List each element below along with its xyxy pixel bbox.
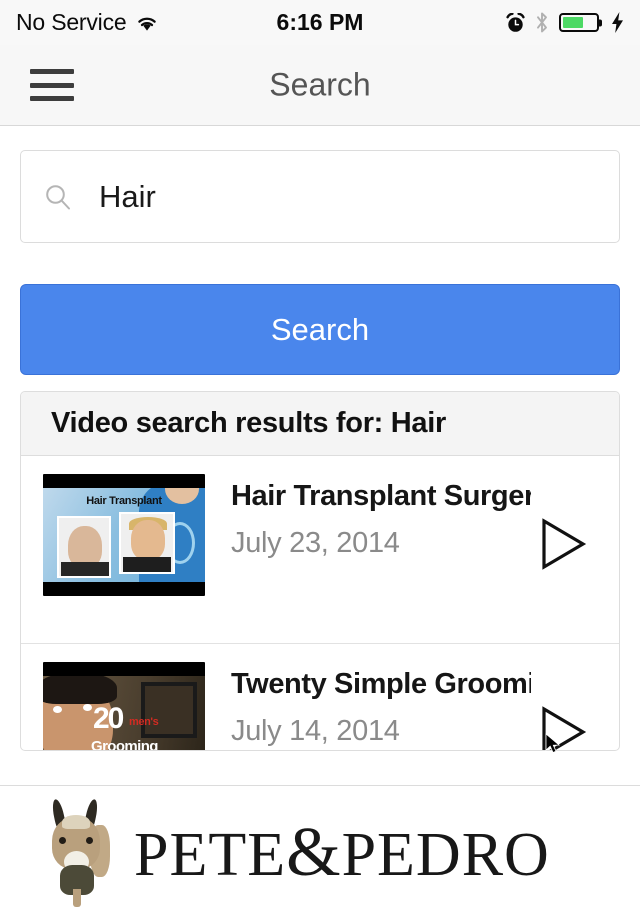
play-triangle-icon[interactable] bbox=[539, 706, 587, 751]
video-thumbnail[interactable]: Hair Transplant bbox=[43, 474, 205, 596]
search-input-value: Hair bbox=[99, 179, 156, 214]
thumbnail-number: 20 bbox=[93, 702, 124, 735]
status-bar-left: No Service bbox=[16, 9, 158, 36]
result-text-block: Twenty Simple Groomi... July 14, 2014 bbox=[231, 662, 531, 748]
search-results-panel: Video search results for: Hair Hair Tran… bbox=[20, 391, 620, 751]
search-button[interactable]: Search bbox=[20, 284, 620, 375]
footer: PETE & PEDRO bbox=[0, 785, 640, 920]
lightning-bolt-icon bbox=[612, 12, 623, 33]
brand-ampersand: & bbox=[286, 814, 342, 891]
thumbnail-grooming-label: Grooming bbox=[91, 738, 158, 751]
brand-first-word: PETE bbox=[134, 821, 287, 889]
alarm-clock-icon bbox=[506, 12, 525, 32]
magnifier-icon bbox=[46, 184, 70, 209]
navigation-bar: Search bbox=[0, 45, 640, 126]
search-button-label: Search bbox=[270, 311, 370, 347]
page-title: Search bbox=[269, 66, 371, 103]
brand-logo: PETE & PEDRO bbox=[134, 818, 550, 888]
status-bar-right bbox=[506, 12, 624, 33]
search-input[interactable]: Hair bbox=[20, 150, 620, 243]
status-bar: No Service 6:16 PM bbox=[0, 0, 640, 45]
app-root: No Service 6:16 PM Search Hair Search Vi… bbox=[0, 0, 640, 920]
result-row[interactable]: Hair Transplant Hair Transplant Surgery.… bbox=[21, 456, 619, 644]
results-header-label: Video search results for: Hair bbox=[51, 407, 447, 439]
video-thumbnail[interactable]: 20 men's Grooming bbox=[43, 662, 205, 751]
carrier-label: No Service bbox=[16, 9, 127, 35]
thumbnail-mens-label: men's bbox=[129, 716, 159, 728]
wifi-icon bbox=[137, 17, 156, 31]
result-title: Hair Transplant Surgery... bbox=[231, 480, 531, 512]
brand-second-word: PEDRO bbox=[341, 821, 550, 889]
battery-icon bbox=[559, 13, 602, 32]
play-triangle-icon[interactable] bbox=[539, 518, 587, 570]
results-header: Video search results for: Hair bbox=[21, 392, 619, 456]
result-row[interactable]: 20 men's Grooming Twenty Simple Groomi..… bbox=[21, 644, 619, 751]
clock-label: 6:16 PM bbox=[276, 9, 364, 35]
bluetooth-icon bbox=[537, 12, 547, 33]
content-area: Hair Search Video search results for: Ha… bbox=[0, 126, 640, 756]
result-date: July 14, 2014 bbox=[231, 715, 400, 747]
result-date: July 23, 2014 bbox=[231, 527, 400, 559]
donkey-icon bbox=[42, 798, 114, 907]
result-title: Twenty Simple Groomi... bbox=[231, 668, 531, 700]
result-text-block: Hair Transplant Surgery... July 23, 2014 bbox=[231, 474, 531, 560]
thumbnail-caption: Hair Transplant bbox=[86, 495, 162, 507]
